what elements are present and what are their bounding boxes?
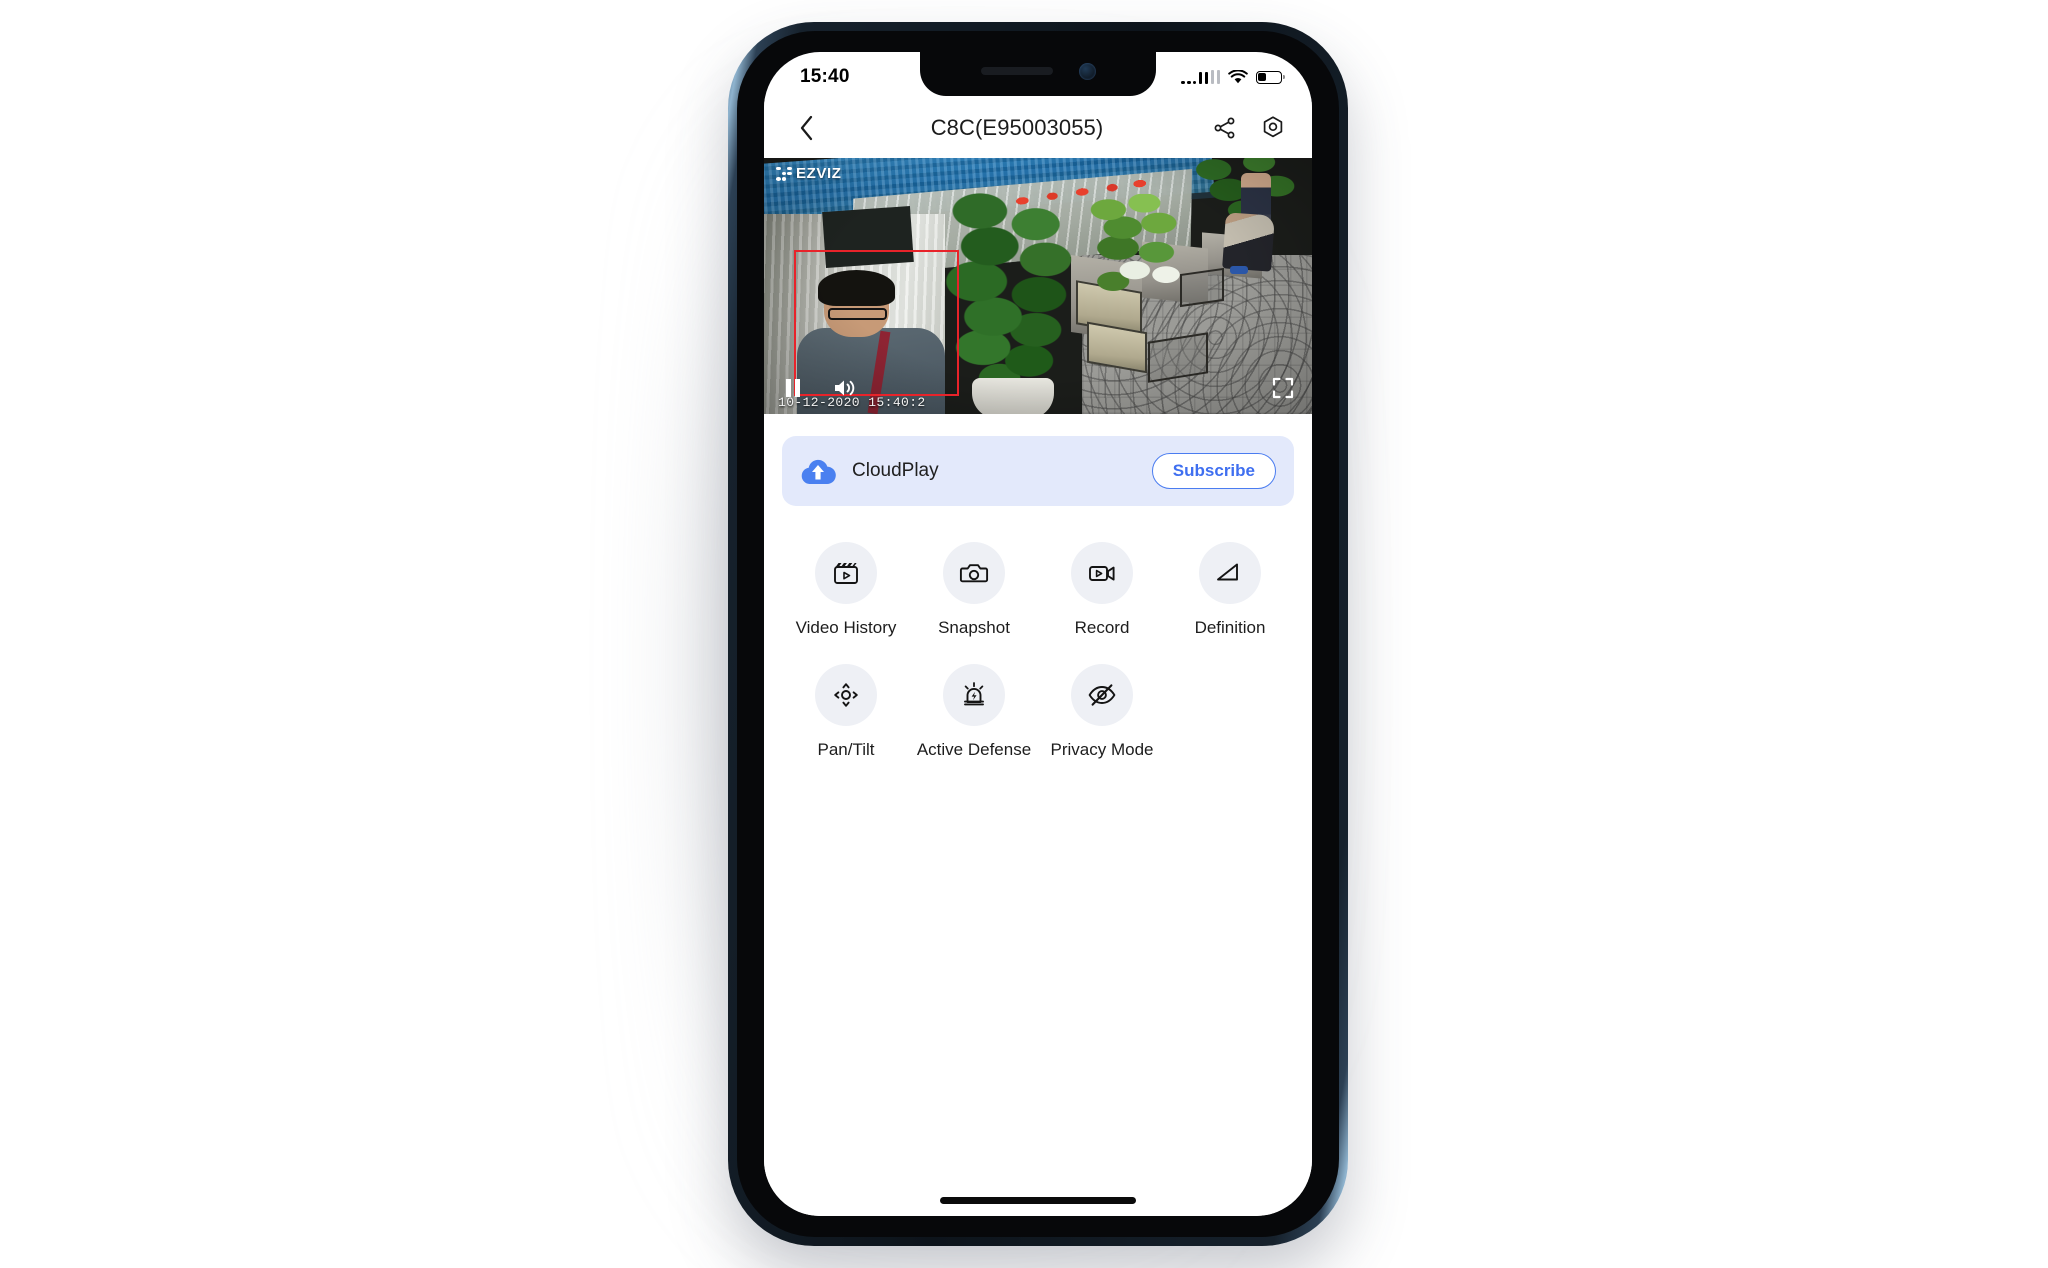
feature-active-defense[interactable]: Active Defense <box>910 664 1038 760</box>
status-bar-indicators <box>1181 69 1285 85</box>
feature-label: Snapshot <box>938 618 1010 637</box>
live-video-player[interactable]: EZVIZ 10-12-2020 15:40:2 <box>764 158 1312 414</box>
feature-grid: Video History Snapshot Record Definition… <box>782 542 1294 760</box>
back-button[interactable] <box>786 108 826 148</box>
screenshot-canvas: 15:40 C8C(E95003055) EZVIZ 10-12-2020 15… <box>0 0 2048 1268</box>
phone-notch <box>920 52 1156 96</box>
cloudplay-label: CloudPlay <box>852 460 939 481</box>
video-timestamp: 10-12-2020 15:40:2 <box>778 395 926 410</box>
share-icon <box>1214 117 1235 139</box>
phone-device-frame: 15:40 C8C(E95003055) EZVIZ 10-12-2020 15… <box>728 22 1348 1246</box>
cellular-signal-icon <box>1181 70 1220 84</box>
feature-definition[interactable]: Definition <box>1166 542 1294 638</box>
header-actions <box>1208 111 1290 145</box>
share-button[interactable] <box>1208 111 1242 145</box>
main-content: CloudPlay Subscribe Video History Snapsh… <box>764 414 1312 1216</box>
eye-off-icon <box>1071 664 1133 726</box>
wifi-icon <box>1228 69 1248 83</box>
feature-label: Record <box>1074 618 1130 637</box>
feature-label: Video History <box>795 618 897 637</box>
feature-record[interactable]: Record <box>1038 542 1166 638</box>
status-bar-time: 15:40 <box>800 66 850 87</box>
settings-button[interactable] <box>1256 111 1290 145</box>
phone-screen: 15:40 C8C(E95003055) EZVIZ 10-12-2020 15… <box>764 52 1312 1216</box>
fullscreen-icon <box>1272 377 1294 399</box>
battery-icon <box>1256 70 1285 84</box>
feature-label: Pan/Tilt <box>817 740 875 759</box>
feature-label: Privacy Mode <box>1050 740 1154 759</box>
feature-privacy-mode[interactable]: Privacy Mode <box>1038 664 1166 760</box>
pan-tilt-icon <box>815 664 877 726</box>
ezviz-brand-text: EZVIZ <box>796 165 842 182</box>
ezviz-logo: EZVIZ <box>776 165 842 182</box>
feature-video-history[interactable]: Video History <box>782 542 910 638</box>
front-camera-icon <box>1078 62 1096 80</box>
camera-icon <box>943 542 1005 604</box>
feature-pan-tilt[interactable]: Pan/Tilt <box>782 664 910 760</box>
film-clapper-icon <box>815 542 877 604</box>
ezviz-mark-icon <box>776 166 792 181</box>
app-header: C8C(E95003055) <box>764 98 1312 158</box>
gear-icon <box>1263 116 1283 138</box>
siren-alarm-icon <box>943 664 1005 726</box>
home-indicator[interactable] <box>940 1197 1136 1204</box>
battery-fill <box>1258 72 1266 82</box>
video-camera-icon <box>1071 542 1133 604</box>
cloud-upload-icon <box>798 451 838 491</box>
earpiece-speaker-icon <box>980 67 1053 75</box>
chevron-left-icon <box>800 115 812 141</box>
feature-label: Definition <box>1194 618 1266 637</box>
fullscreen-button[interactable] <box>1268 373 1298 403</box>
feature-label: Active Defense <box>916 740 1032 759</box>
definition-icon <box>1199 542 1261 604</box>
signal-dots <box>1181 80 1197 84</box>
page-title: C8C(E95003055) <box>930 115 1104 140</box>
feature-snapshot[interactable]: Snapshot <box>910 542 1038 638</box>
cloudplay-banner[interactable]: CloudPlay Subscribe <box>782 436 1294 506</box>
subscribe-button[interactable]: Subscribe <box>1151 453 1276 489</box>
